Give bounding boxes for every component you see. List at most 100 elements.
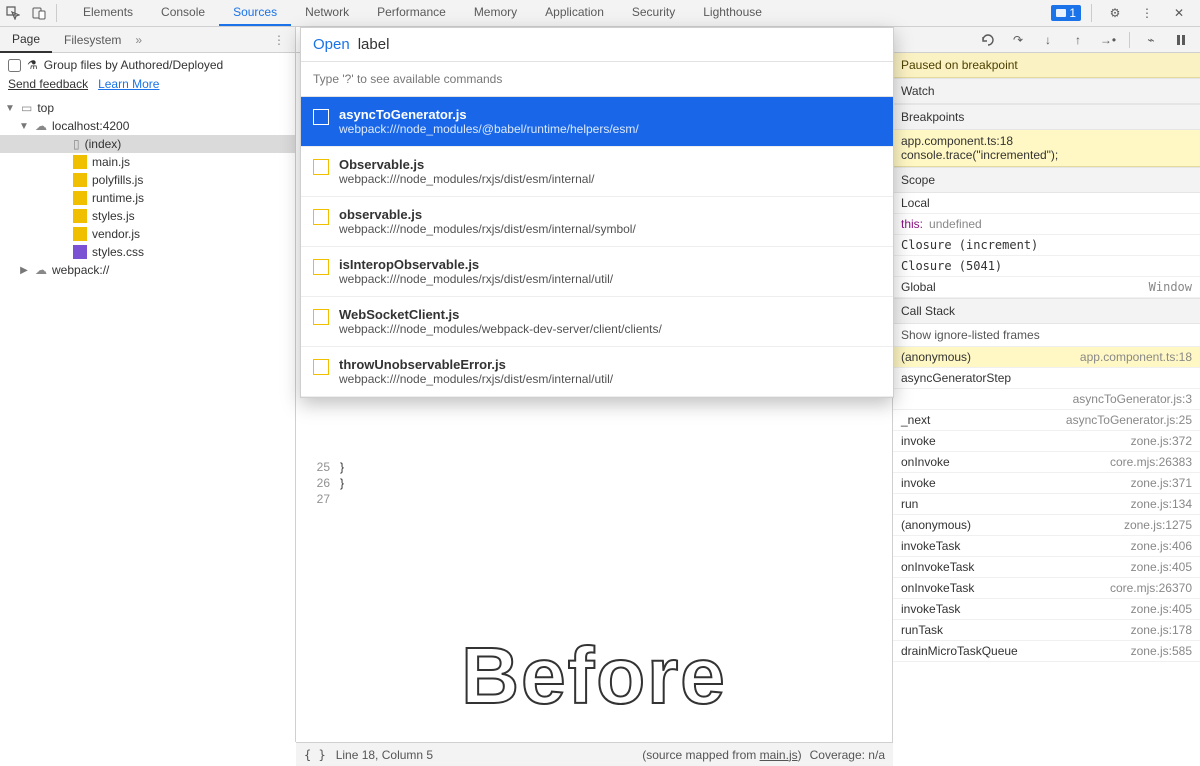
stack-loc: zone.js:134 [1131, 497, 1192, 511]
tree-top[interactable]: ▼top [0, 99, 295, 117]
issues-badge[interactable]: 1 [1051, 5, 1081, 21]
separator [56, 4, 57, 22]
section-scope[interactable]: Scope [893, 167, 1200, 193]
send-feedback-link[interactable]: Send feedback [8, 77, 88, 91]
stack-frame[interactable]: onInvokeTaskcore.mjs:26370 [893, 578, 1200, 599]
quick-open-popup: Open Type '?' to see available commands … [300, 27, 894, 398]
scope-closure[interactable]: Closure (increment) [893, 235, 1200, 256]
inspect-icon[interactable] [0, 0, 26, 26]
stack-frame[interactable]: invokezone.js:371 [893, 473, 1200, 494]
quick-open-item-path: webpack:///node_modules/webpack-dev-serv… [339, 322, 662, 336]
scope-local[interactable]: Local [893, 193, 1200, 214]
stack-frame[interactable]: runTask zone.js:178 [893, 620, 1200, 641]
tab-console[interactable]: Console [147, 0, 219, 26]
navigator-more-icon[interactable]: » [135, 33, 142, 47]
tree-file[interactable]: main.js [0, 153, 295, 171]
quick-open-item[interactable]: WebSocketClient.jswebpack:///node_module… [301, 297, 893, 347]
stack-loc: core.mjs:26370 [1110, 581, 1192, 595]
stack-loc: zone.js:405 [1131, 602, 1192, 616]
group-files-row: ⚗ Group files by Authored/Deployed [0, 53, 295, 77]
tree-file[interactable]: vendor.js [0, 225, 295, 243]
stack-frame[interactable]: invokeTaskzone.js:406 [893, 536, 1200, 557]
quick-open-item-title: WebSocketClient.js [339, 307, 662, 322]
stack-loc: zone.js:585 [1131, 644, 1192, 658]
step-out-icon[interactable]: ↑ [1069, 31, 1087, 49]
tree-file[interactable]: styles.css [0, 243, 295, 261]
device-toggle-icon[interactable] [26, 0, 52, 26]
step-over-icon[interactable]: ↷ [1009, 31, 1027, 49]
stack-fn: run [901, 497, 918, 511]
tab-filesystem[interactable]: Filesystem [52, 28, 133, 52]
tab-security[interactable]: Security [618, 0, 689, 26]
tree-file[interactable]: styles.js [0, 207, 295, 225]
group-files-label: Group files by Authored/Deployed [44, 58, 223, 72]
devtools-top-bar: ElementsConsoleSourcesNetworkPerformance… [0, 0, 1200, 27]
navigator-kebab-icon[interactable]: ⋮ [263, 33, 295, 47]
scope-global[interactable]: GlobalWindow [893, 277, 1200, 298]
tree-webpack[interactable]: ▶webpack:// [0, 261, 295, 279]
stack-frame[interactable]: onInvokeTaskzone.js:405 [893, 557, 1200, 578]
learn-more-link[interactable]: Learn More [98, 77, 159, 91]
section-watch[interactable]: Watch [893, 78, 1200, 104]
quick-open-item-path: webpack:///node_modules/rxjs/dist/esm/in… [339, 272, 613, 286]
tab-sources[interactable]: Sources [219, 0, 291, 26]
stack-frame[interactable]: _nextasyncToGenerator.js:25 [893, 410, 1200, 431]
step-icon[interactable]: →• [1099, 31, 1117, 49]
feedback-row: Send feedback Learn More [0, 77, 295, 97]
tab-performance[interactable]: Performance [363, 0, 460, 26]
scope-closure[interactable]: Closure (5041) [893, 256, 1200, 277]
js-file-icon [73, 209, 87, 223]
debugger-toolbar: ↷ ↓ ↑ →• ⌁ [893, 27, 1200, 52]
section-callstack[interactable]: Call Stack [893, 298, 1200, 324]
stack-frame[interactable]: (anonymous)app.component.ts:18 [893, 347, 1200, 368]
tree-file[interactable]: runtime.js [0, 189, 295, 207]
js-file-icon [73, 227, 87, 241]
tab-elements[interactable]: Elements [69, 0, 147, 26]
group-files-checkbox[interactable] [8, 59, 21, 72]
source-map-link[interactable]: main.js [760, 748, 798, 762]
stack-frame[interactable]: (anonymous)zone.js:1275 [893, 515, 1200, 536]
js-file-icon [73, 155, 87, 169]
quick-open-item-path: webpack:///node_modules/rxjs/dist/esm/in… [339, 372, 613, 386]
tree-file[interactable]: (index) [0, 135, 295, 153]
stack-frame[interactable]: asyncGeneratorStep [893, 368, 1200, 389]
tab-lighthouse[interactable]: Lighthouse [689, 0, 776, 26]
kebab-icon[interactable]: ⋮ [1134, 0, 1160, 26]
tree-file[interactable]: polyfills.js [0, 171, 295, 189]
gear-icon[interactable]: ⚙ [1102, 0, 1128, 26]
stack-fn: runTask [901, 623, 943, 637]
tab-network[interactable]: Network [291, 0, 363, 26]
tab-page[interactable]: Page [0, 27, 52, 53]
quick-open-item[interactable]: isInteropObservable.jswebpack:///node_mo… [301, 247, 893, 297]
quick-open-item[interactable]: asyncToGenerator.jswebpack:///node_modul… [301, 97, 893, 147]
stack-frame[interactable]: asyncToGenerator.js:3 [893, 389, 1200, 410]
stack-frame[interactable]: drainMicroTaskQueuezone.js:585 [893, 641, 1200, 662]
stack-loc: zone.js:372 [1131, 434, 1192, 448]
quick-open-item[interactable]: throwUnobservableError.jswebpack:///node… [301, 347, 893, 397]
quick-open-item[interactable]: observable.jswebpack:///node_modules/rxj… [301, 197, 893, 247]
stack-loc: asyncToGenerator.js:3 [1073, 392, 1192, 406]
quick-open-item[interactable]: Observable.jswebpack:///node_modules/rxj… [301, 147, 893, 197]
tab-application[interactable]: Application [531, 0, 618, 26]
stack-frame[interactable]: invokezone.js:372 [893, 431, 1200, 452]
experiment-icon: ⚗ [27, 58, 38, 72]
pretty-print-icon[interactable]: { } [304, 748, 326, 762]
close-icon[interactable]: ✕ [1166, 0, 1192, 26]
step-into-icon[interactable]: ↓ [1039, 31, 1057, 49]
deactivate-breakpoints-icon[interactable]: ⌁ [1142, 31, 1160, 49]
stack-frame[interactable]: run zone.js:134 [893, 494, 1200, 515]
tree-host[interactable]: ▼localhost:4200 [0, 117, 295, 135]
pause-exceptions-icon[interactable] [1172, 31, 1190, 49]
stack-frame[interactable]: onInvokecore.mjs:26383 [893, 452, 1200, 473]
stack-loc: zone.js:178 [1131, 623, 1192, 637]
stack-frame[interactable]: invokeTaskzone.js:405 [893, 599, 1200, 620]
tab-memory[interactable]: Memory [460, 0, 531, 26]
show-ignore-listed[interactable]: Show ignore-listed frames [893, 324, 1200, 347]
quick-open-input[interactable] [358, 36, 881, 53]
breakpoint-item[interactable]: app.component.ts:18 console.trace("incre… [893, 130, 1200, 167]
quick-open-list: asyncToGenerator.jswebpack:///node_modul… [301, 97, 893, 397]
section-breakpoints[interactable]: Breakpoints [893, 104, 1200, 130]
code-body[interactable]: }} [340, 459, 344, 491]
quick-open-item-path: webpack:///node_modules/@babel/runtime/h… [339, 122, 639, 136]
resume-icon[interactable] [979, 31, 997, 49]
